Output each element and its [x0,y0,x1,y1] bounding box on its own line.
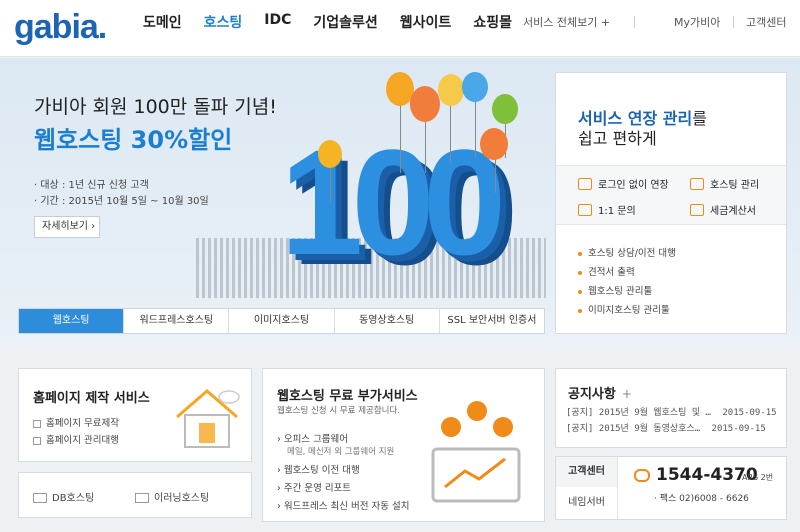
nav-enterprise[interactable]: 기업솔루션 [313,12,377,32]
balloon-icon [410,86,440,122]
promo-title: 웹호스팅 30%할인 [34,126,233,154]
main-nav: 도메인 호스팅 IDC 기업솔루션 웹사이트 쇼핑몰 [143,12,534,32]
monitor-chart-icon [431,401,521,503]
addon-item[interactable]: › 주간 운영 리포트 [277,480,351,494]
card-link[interactable]: 홈페이지 관리대행 [33,432,119,446]
addon-item[interactable]: › 웹호스팅 이전 대행 [277,462,360,476]
tab-customer-center[interactable]: 고객센터 [556,457,618,487]
arrow-icon [33,436,41,445]
chat-icon [578,203,592,216]
support-fax: · 팩스 02)6008 - 6626 [654,494,749,504]
monitor-icon [135,493,149,503]
chat-bubble-icon [634,469,650,482]
promo-target: · 대상 : 1년 신규 신청 고객 [34,180,149,191]
gabia-logo[interactable]: gabia. [14,8,107,47]
card-desc: 웹호스팅 신청 시 무료 제공합니다. [277,406,400,416]
card-link[interactable]: 홈페이지 무료제작 [33,415,119,429]
hosting-tabs: 웹호스팅 워드프레스호스팅 이미지호스팅 동영상호스팅 SSL 보안서버 인증서 [18,308,545,334]
tab-name-server[interactable]: 네임서버 [556,487,618,519]
divider [733,16,734,28]
support-phone-note: ARS 2번 [742,473,774,482]
balloon-icon [480,128,508,160]
tab-video-hosting[interactable]: 동영상호스팅 [335,309,440,333]
balloon-icon [492,94,518,124]
nav-hosting[interactable]: 호스팅 [204,12,243,32]
tab-ssl[interactable]: SSL 보안서버 인증서 [440,309,544,333]
nav-shop[interactable]: 쇼핑몰 [473,12,512,32]
detail-button[interactable]: 자세히보기 › [34,216,100,238]
panel-subtitle: 쉽고 편하게 [578,129,657,148]
panel-link[interactable]: 호스팅 상담/이전 대행 [578,245,676,259]
card-title: 홈페이지 제작 서비스 [33,391,150,406]
elearning-hosting-link[interactable]: 이러닝호스팅 [135,489,209,504]
service-all-link[interactable]: 서비스 전체보기 + [523,14,610,30]
addon-item-desc: 메일, 메신저 외 그룹웨어 지원 [287,447,395,457]
nav-domain[interactable]: 도메인 [143,12,182,32]
mini-links-card: DB호스팅 이러닝호스팅 [18,472,252,518]
quick-links: 로그인 없이 연장 호스팅 관리 1:1 문의 세금계산서 [556,165,786,225]
nav-idc[interactable]: IDC [264,12,291,32]
card-title: 웹호스팅 무료 부가서비스 [277,389,418,404]
quick-renew-link[interactable]: 로그인 없이 연장 [578,176,669,191]
homepage-service-card[interactable]: 홈페이지 제작 서비스 홈페이지 무료제작 홈페이지 관리대행 [18,368,252,462]
support-card: 고객센터 네임서버 1544-4370 ARS 2번 · 팩스 02)6008 … [555,456,787,520]
addon-service-card[interactable]: 웹호스팅 무료 부가서비스 웹호스팅 신청 시 무료 제공합니다. › 오피스 … [262,368,545,522]
login-icon [578,177,592,190]
balloon-icon [438,74,464,106]
my-gabia-link[interactable]: My가비아 [674,14,720,30]
promo-period: · 기간 : 2015년 10월 5일 ~ 10월 30일 [34,196,209,207]
db-hosting-link[interactable]: DB호스팅 [33,489,94,504]
notice-item[interactable]: [공지] 2015년 9월 동영상호스… 2015-09-15 [566,421,766,434]
service-renewal-panel: 서비스 연장 관리를 쉽고 편하게 로그인 없이 연장 호스팅 관리 1:1 문… [555,72,787,334]
divider [634,16,635,28]
notice-item[interactable]: [공지] 2015년 9월 웹호스팅 및 … 2015-09-15 [566,405,777,418]
quick-inquiry-link[interactable]: 1:1 문의 [578,202,636,217]
panel-link[interactable]: 견적서 출력 [578,264,635,278]
tab-wordpress-hosting[interactable]: 워드프레스호스팅 [124,309,230,333]
quick-tax-invoice-link[interactable]: 세금계산서 [690,202,756,217]
balloon-icon [462,72,488,102]
addon-item[interactable]: › 오피스 그룹웨어 [277,431,348,445]
arrow-icon [33,419,41,428]
nav-website[interactable]: 웹사이트 [400,12,452,32]
customer-center-link[interactable]: 고객센터 [746,14,786,30]
panel-link[interactable]: 웹호스팅 관리툴 [578,283,652,297]
header: gabia. 도메인 호스팅 IDC 기업솔루션 웹사이트 쇼핑몰 서비스 전체… [0,0,800,57]
quick-hosting-manage-link[interactable]: 호스팅 관리 [690,176,759,191]
tab-image-hosting[interactable]: 이미지호스팅 [229,309,335,333]
wrench-icon [690,177,704,190]
tab-web-hosting[interactable]: 웹호스팅 [19,309,125,333]
addon-item[interactable]: › 워드프레스 최신 버전 자동 설치 [277,498,410,512]
house-icon [176,389,240,448]
notice-title[interactable]: 공지사항 + [568,383,632,402]
big-100-graphic: 100 [280,118,506,286]
promo-subtitle: 가비아 회원 100만 돌파 기념! [34,96,277,118]
panel-link[interactable]: 이미지호스팅 관리툴 [578,302,670,316]
invoice-icon [690,203,704,216]
server-icon [33,493,47,503]
balloon-icon [318,140,342,168]
